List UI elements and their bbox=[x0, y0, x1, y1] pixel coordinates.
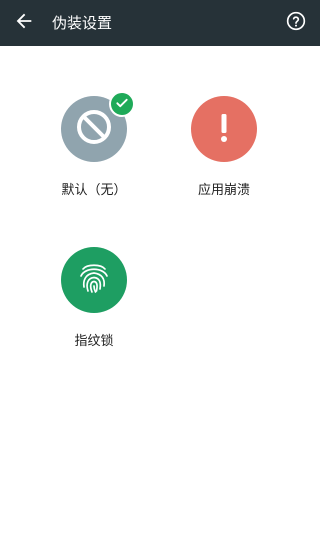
fingerprint-icon bbox=[73, 257, 115, 303]
option-default-icon-circle bbox=[61, 91, 135, 162]
option-default[interactable]: 默认（无） bbox=[39, 91, 149, 206]
selected-check-badge bbox=[109, 91, 135, 117]
option-fingerprint-icon-circle bbox=[61, 247, 127, 313]
disguise-settings-screen: 伪装设置 默认（无） 应用崩溃 指纹锁 bbox=[0, 0, 320, 551]
arrow-left-icon bbox=[13, 10, 35, 36]
check-icon bbox=[115, 95, 129, 114]
back-button[interactable] bbox=[4, 3, 44, 43]
no-entry-icon bbox=[74, 107, 114, 151]
page-title: 伪装设置 bbox=[52, 14, 113, 32]
help-circle-icon bbox=[286, 11, 306, 35]
help-button[interactable] bbox=[276, 3, 316, 43]
option-app-crash-icon-circle bbox=[191, 96, 257, 162]
option-label: 指纹锁 bbox=[74, 334, 114, 349]
option-label: 应用崩溃 bbox=[197, 183, 250, 198]
option-app-crash[interactable]: 应用崩溃 bbox=[169, 96, 279, 206]
exclamation-icon bbox=[204, 107, 244, 151]
option-fingerprint-lock[interactable]: 指纹锁 bbox=[39, 247, 149, 357]
toolbar: 伪装设置 bbox=[0, 0, 320, 46]
option-label: 默认（无） bbox=[61, 183, 127, 198]
